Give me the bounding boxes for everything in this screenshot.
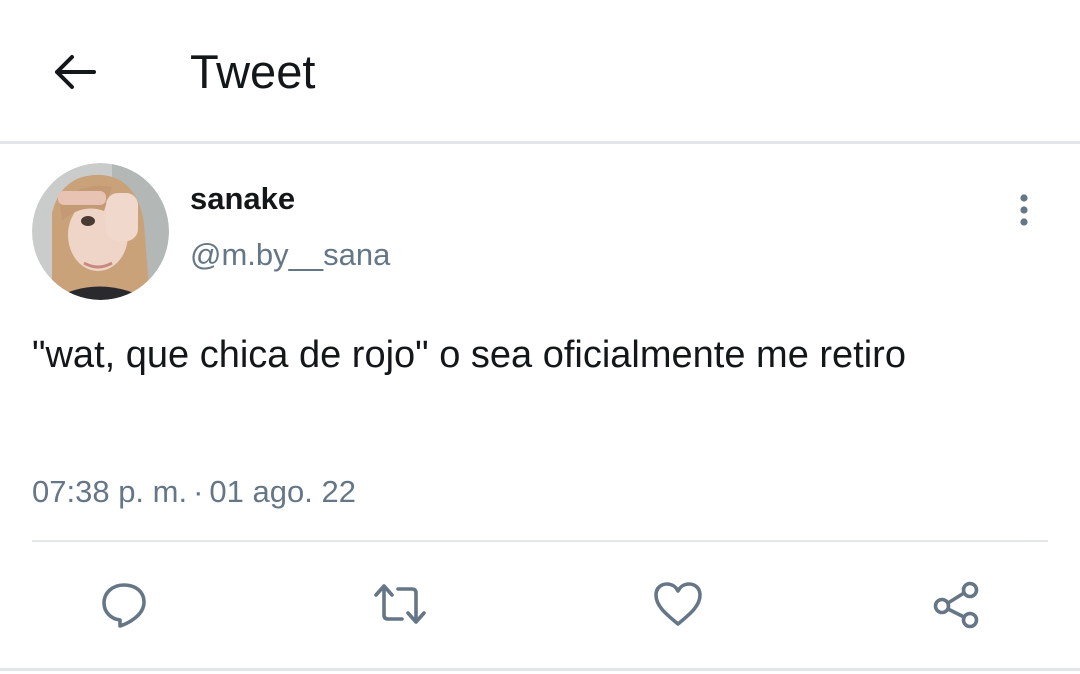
reply-icon <box>99 579 149 629</box>
bottom-divider <box>0 668 1080 671</box>
tweet-time: 07:38 p. m. <box>32 474 188 509</box>
share-icon <box>930 578 982 630</box>
author-display-name[interactable]: sanake <box>190 180 295 218</box>
tweet-actions-bar <box>0 572 1080 636</box>
more-options-button[interactable] <box>1004 186 1044 234</box>
tweet-timestamp: 07:38 p. m. · 01 ago. 22 <box>32 472 356 512</box>
retweet-button[interactable] <box>368 572 432 636</box>
share-button[interactable] <box>924 572 988 636</box>
author-handle[interactable]: @m.by__sana <box>190 236 390 274</box>
arrow-left-icon <box>52 54 96 90</box>
tweet-text: "wat, que chica de rojo" o sea oficialme… <box>32 334 906 376</box>
reply-button[interactable] <box>92 572 156 636</box>
like-button[interactable] <box>646 572 710 636</box>
more-vertical-icon <box>1018 192 1030 228</box>
avatar[interactable] <box>32 163 169 300</box>
page-title: Tweet <box>190 45 316 98</box>
heart-icon <box>652 580 704 628</box>
tweet-date: 01 ago. 22 <box>209 474 356 509</box>
retweet-icon <box>372 579 428 629</box>
back-button[interactable] <box>46 48 102 96</box>
top-app-bar: Tweet <box>0 0 1080 144</box>
timestamp-separator: · <box>193 474 204 509</box>
divider <box>32 540 1048 542</box>
